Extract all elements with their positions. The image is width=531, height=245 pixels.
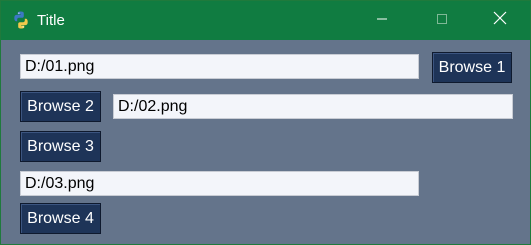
close-button[interactable] [477, 1, 523, 40]
window-title: Title [37, 12, 65, 29]
browse-1-button[interactable]: Browse 1 [432, 52, 512, 83]
minimize-icon [376, 12, 388, 30]
file-path-input-3[interactable]: D:/03.png [20, 171, 419, 196]
browse-3-button[interactable]: Browse 3 [20, 131, 101, 162]
python-icon [11, 10, 31, 30]
app-window: Title D:/01.png Browse 1 Browse 2 D:/02.… [0, 0, 531, 245]
minimize-button[interactable] [359, 1, 405, 40]
close-icon [493, 11, 507, 30]
maximize-button[interactable] [419, 1, 465, 40]
file-path-input-1[interactable]: D:/01.png [20, 54, 419, 79]
file-path-input-2[interactable]: D:/02.png [113, 94, 513, 119]
browse-2-button[interactable]: Browse 2 [20, 91, 101, 122]
browse-4-button[interactable]: Browse 4 [20, 203, 101, 234]
title-bar[interactable]: Title [1, 1, 530, 40]
maximize-icon [436, 12, 448, 30]
